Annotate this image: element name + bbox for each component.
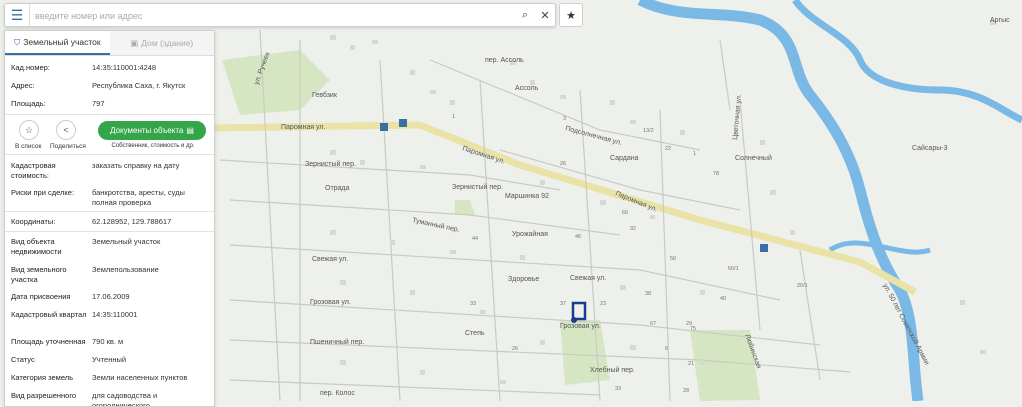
place-label: Отрада <box>325 185 350 192</box>
house-number: 44 <box>472 236 478 242</box>
house-number: 50 <box>670 256 676 262</box>
house-number: 40 <box>720 296 726 302</box>
house-number: 26 <box>560 161 566 167</box>
divider <box>5 211 214 212</box>
street-label: Паромная ул. <box>281 124 325 131</box>
place-label: Сайсары-3 <box>912 144 948 152</box>
place-label: Аргыс <box>990 17 1010 24</box>
house-number: 60/1 <box>728 266 739 272</box>
place-label: Урожайная <box>512 230 548 238</box>
place-label: Гевбзик <box>312 91 338 99</box>
tab-land-plot[interactable]: ⛉ Земельный участок <box>5 31 110 55</box>
documents-button[interactable]: Документы объекта ▤ <box>98 121 206 140</box>
street-label: Зернистый пер. <box>305 160 356 168</box>
place-label: Ассоль <box>515 85 539 92</box>
object-info-panel: ⛉ Земельный участок ▣ Дом (здание) Кад.н… <box>4 30 215 407</box>
house-number: 1 <box>693 151 696 157</box>
street-label: Пшеничный пер. <box>310 338 364 346</box>
house-number: 20/1 <box>797 283 808 289</box>
divider <box>5 154 214 155</box>
place-label: Сардана <box>610 155 639 162</box>
house-number: 60 <box>622 210 628 216</box>
document-icon: ▤ <box>186 126 194 135</box>
star-icon[interactable]: ★ <box>559 3 583 27</box>
house-number: 21 <box>688 361 694 367</box>
place-label: Здоровье <box>508 276 539 283</box>
house-number: 38 <box>645 291 651 297</box>
street-label: Хлебный пер. <box>590 366 635 374</box>
divider <box>5 114 214 115</box>
close-icon[interactable]: ✕ <box>536 6 554 24</box>
street-label: Грозовая ул. <box>560 323 601 330</box>
building-icon: ▣ <box>130 37 139 48</box>
street-label: пер. Ассоль <box>485 57 524 64</box>
search-input[interactable] <box>33 6 507 26</box>
full-check-link[interactable]: полная проверка <box>92 198 207 208</box>
street-label: Грозовая ул. <box>310 299 351 306</box>
share-button[interactable]: < <box>56 120 76 140</box>
street-label: пер. Колос <box>320 390 355 397</box>
order-cost-link[interactable]: заказать справку на дату <box>92 161 207 171</box>
search-bar: ☰ ⌕ ✕ <box>4 3 556 27</box>
house-number: 3 <box>563 116 566 122</box>
divider <box>5 231 214 232</box>
share-label: Поделиться <box>50 143 86 150</box>
tab-building[interactable]: ▣ Дом (здание) <box>109 31 214 55</box>
house-number: 67 <box>650 321 656 327</box>
documents-subtitle: Собственник, стоимость и др. <box>111 143 195 149</box>
house-number: 23 <box>600 301 606 307</box>
house-number: 33 <box>615 386 621 392</box>
add-to-list-button[interactable]: ☆ <box>19 120 39 140</box>
house-number: 26 <box>512 346 518 352</box>
place-label: Солнечный <box>735 154 772 162</box>
house-number: 1 <box>452 114 455 120</box>
house-number: 92 <box>630 226 636 232</box>
street-label: Свежая ул. <box>570 275 606 282</box>
house-number: 78 <box>713 171 719 177</box>
street-label: Свежая ул. <box>312 256 348 263</box>
house-number: 28 <box>683 388 689 394</box>
bus-stop-icon <box>380 123 388 131</box>
land-plot-icon: ⛉ <box>13 36 21 47</box>
menu-icon[interactable]: ☰ <box>5 4 30 26</box>
add-to-list-label: В список <box>15 143 42 150</box>
search-icon[interactable]: ⌕ <box>516 6 534 24</box>
house-number: 75 <box>690 326 696 332</box>
bus-stop-icon <box>760 244 768 252</box>
house-number: 46 <box>575 234 581 240</box>
house-number: 13/2 <box>643 128 654 134</box>
kad-number-link[interactable]: 14:35:110001:4248 <box>92 63 207 73</box>
bus-stop-icon <box>399 119 407 127</box>
house-number: 22 <box>665 146 671 152</box>
house-number: 33 <box>470 301 476 307</box>
street-label: Зернистый пер. <box>452 183 503 191</box>
place-label: Маршинка 92 <box>505 193 549 200</box>
place-label: Степь <box>465 330 485 337</box>
house-number: 37 <box>560 301 566 307</box>
house-number: 6 <box>665 346 668 352</box>
